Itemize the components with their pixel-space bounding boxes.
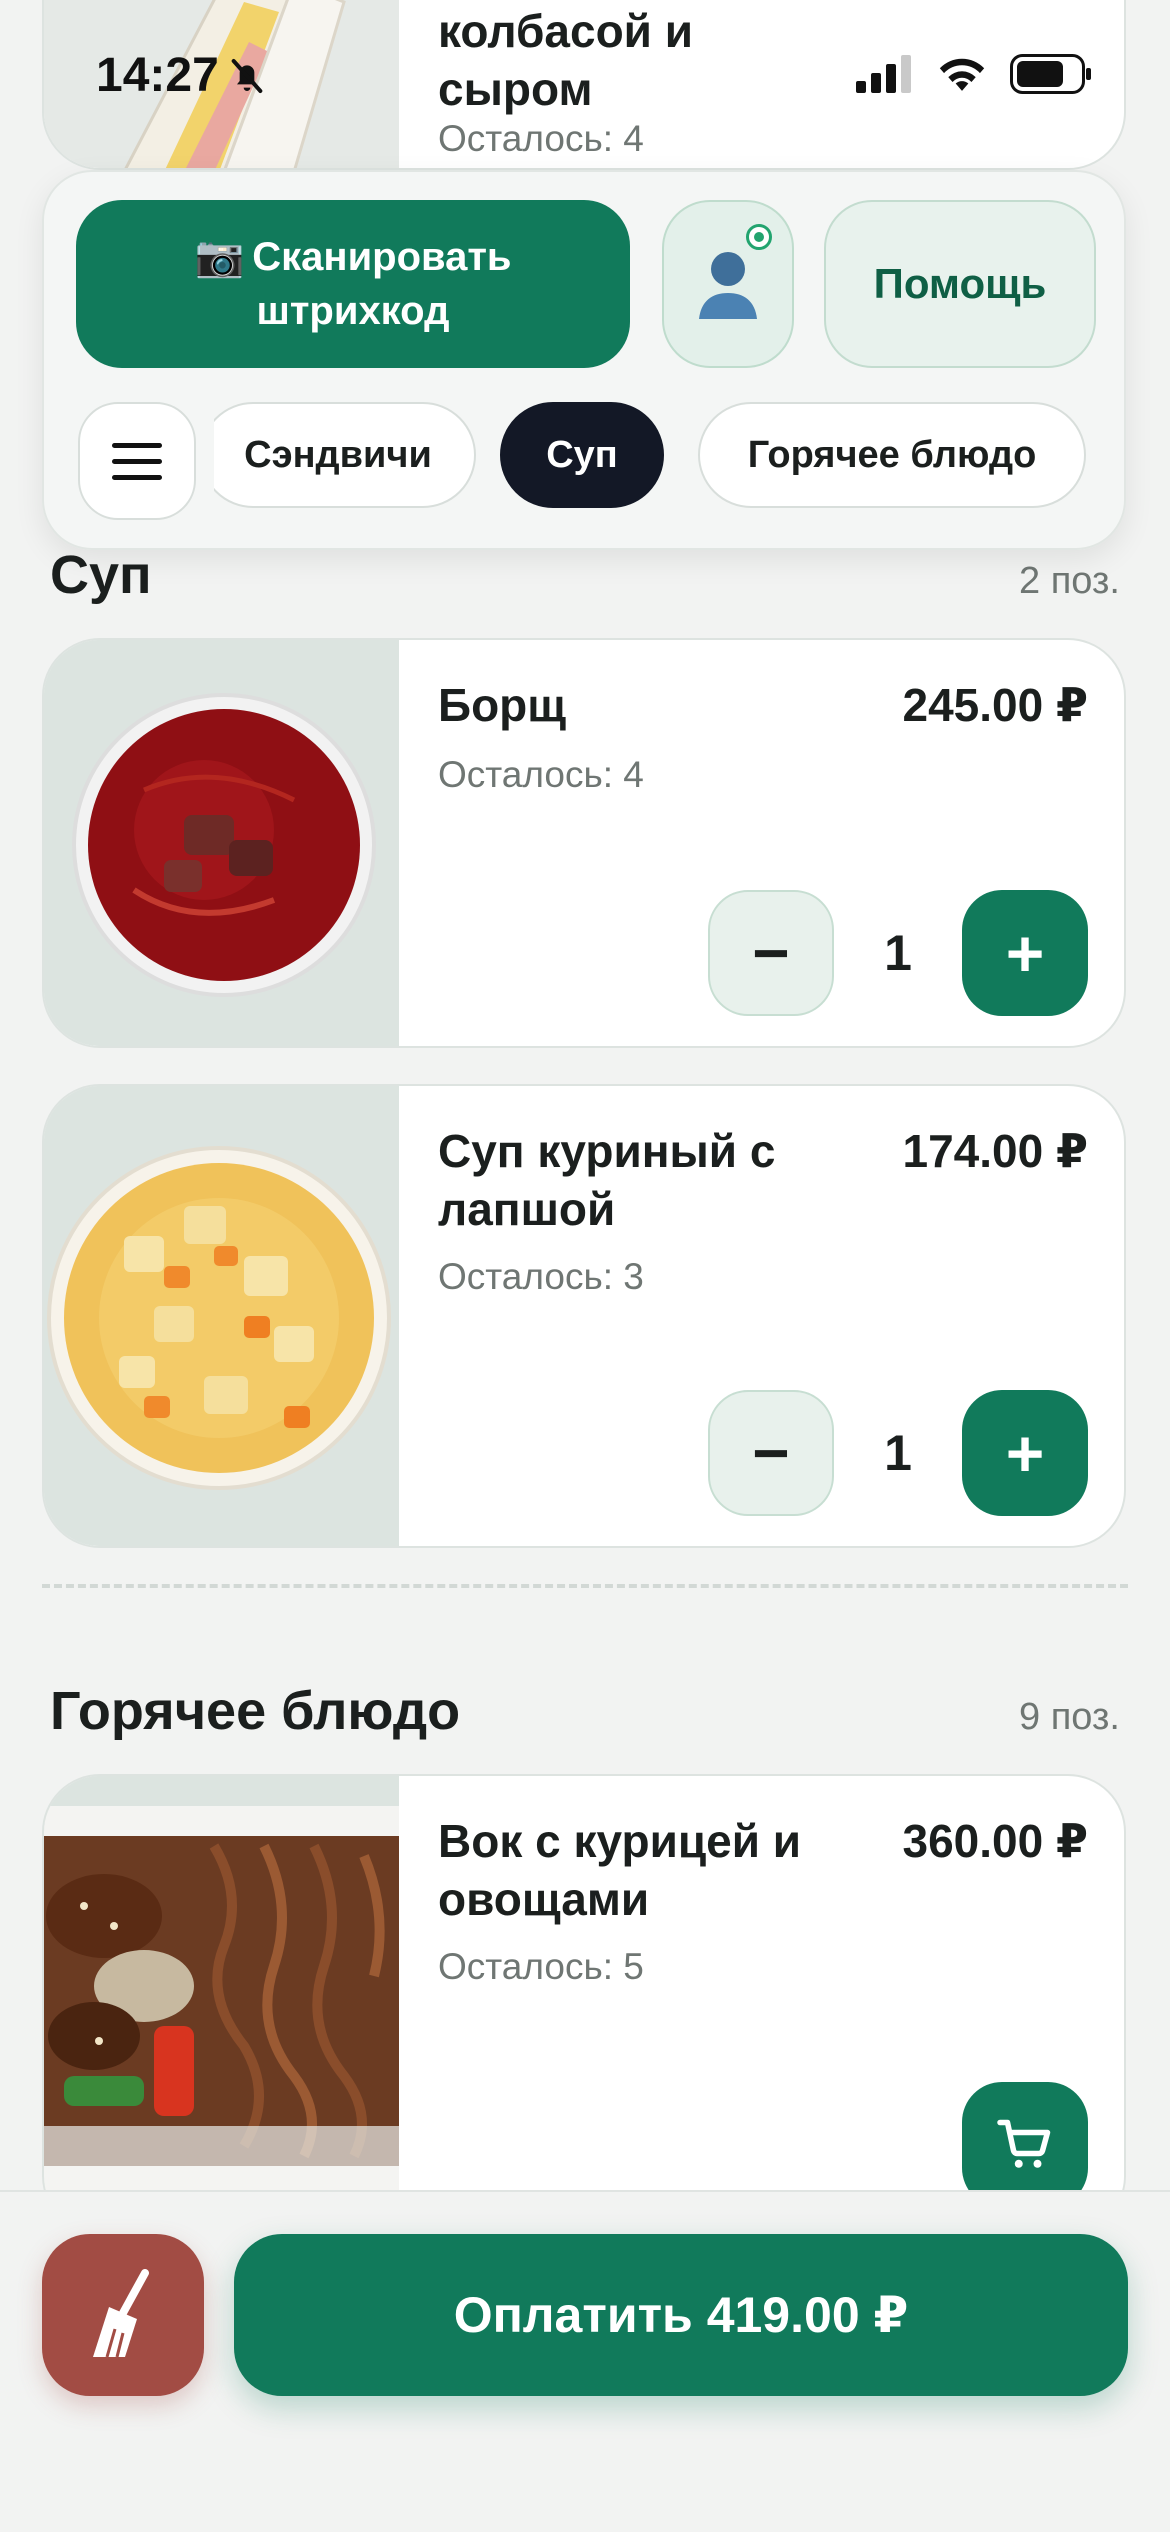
chip-soup[interactable]: Суп — [500, 402, 664, 508]
decrease-button[interactable]: − — [708, 890, 834, 1016]
add-to-cart-button[interactable] — [962, 2082, 1088, 2190]
borscht-image — [44, 640, 399, 1046]
product-card[interactable]: Суп куриный с лапшой 174.00 ₽ Осталось: … — [42, 1084, 1126, 1548]
section-count: 2 поз. — [1019, 560, 1120, 602]
menu-button[interactable] — [78, 402, 196, 520]
increase-button[interactable]: + — [962, 890, 1088, 1016]
section-title: Горячее блюдо — [50, 1681, 461, 1741]
product-name-line: колбасой и — [438, 5, 693, 57]
hamburger-icon — [112, 443, 162, 480]
clear-cart-button[interactable] — [42, 2234, 204, 2396]
product-name: Вок с курицей и овощами — [438, 1815, 802, 1925]
wok-image — [44, 1776, 399, 2190]
chicken-soup-image — [44, 1086, 399, 1546]
quantity-value: 1 — [884, 925, 912, 981]
product-price: 174.00 ₽ — [902, 1125, 1088, 1177]
product-price: 360.00 ₽ — [902, 1815, 1088, 1867]
user-icon — [699, 252, 757, 319]
product-info: Суп куриный с лапшой 174.00 ₽ Осталось: … — [438, 1086, 1088, 1546]
product-info: Борщ 245.00 ₽ Осталось: 4 − 1 + — [438, 640, 1088, 1046]
wifi-icon — [939, 58, 985, 91]
product-price: 245.00 ₽ — [902, 679, 1088, 731]
clock: 14:27 — [96, 49, 219, 102]
product-name: Суп куриный с лапшой — [438, 1125, 776, 1235]
online-status-dot — [746, 224, 772, 250]
product-stock: Осталось: 3 — [438, 1256, 644, 1297]
broom-icon — [93, 2269, 149, 2358]
pay-button[interactable]: Оплатить 419.00 ₽ — [234, 2234, 1128, 2396]
product-card[interactable]: Вок с курицей и овощами 360.00 ₽ Осталос… — [42, 1774, 1126, 2190]
status-icons — [856, 54, 1092, 94]
bottom-bar: Оплатить 419.00 ₽ — [0, 2190, 1170, 2532]
chip-hot-dish[interactable]: Горячее блюдо — [698, 402, 1086, 508]
section-count: 9 поз. — [1019, 1696, 1120, 1738]
product-name: колбасой и сыром — [438, 2, 858, 118]
product-name-line: сыром — [438, 63, 593, 115]
section-title: Суп — [50, 545, 152, 605]
help-button[interactable]: Помощь — [824, 200, 1096, 368]
quantity-value: 1 — [884, 1425, 912, 1481]
signal-icon — [856, 55, 911, 93]
increase-button[interactable]: + — [962, 1390, 1088, 1516]
product-stock: Осталось: 5 — [438, 1946, 644, 1987]
product-photo — [44, 1086, 399, 1546]
scan-barcode-button[interactable]: 📷 Сканировать штрихкод — [76, 200, 630, 368]
category-chips: Сэндвичи Суп Горячее блюдо — [214, 402, 1104, 512]
product-photo — [44, 1776, 399, 2190]
product-photo — [44, 640, 399, 1046]
camera-icon: 📷 — [194, 235, 245, 279]
cart-icon — [997, 2119, 1051, 2168]
battery-icon — [1010, 54, 1091, 94]
quantity-stepper: − 1 + — [708, 890, 1088, 1016]
header-panel: 📷 Сканировать штрихкод Помощь Сэндвичи Су… — [42, 170, 1126, 550]
status-time: 14:27 — [96, 48, 267, 103]
product-info: Вок с курицей и овощами 360.00 ₽ Осталос… — [438, 1776, 1088, 2190]
profile-button[interactable] — [662, 200, 794, 368]
section-divider — [42, 1584, 1128, 1588]
product-name: Борщ — [438, 679, 567, 731]
quantity-stepper: − 1 + — [708, 1390, 1088, 1516]
chip-sandwiches[interactable]: Сэндвичи — [214, 402, 476, 508]
bell-off-icon — [231, 58, 263, 93]
product-stock: Осталось: 4 — [438, 118, 644, 159]
product-stock: Осталось: 4 — [438, 754, 644, 795]
decrease-button[interactable]: − — [708, 1390, 834, 1516]
scan-label: штрихкод — [256, 289, 450, 333]
product-card[interactable]: Борщ 245.00 ₽ Осталось: 4 − 1 + — [42, 638, 1126, 1048]
scan-label: Сканировать — [252, 235, 512, 279]
